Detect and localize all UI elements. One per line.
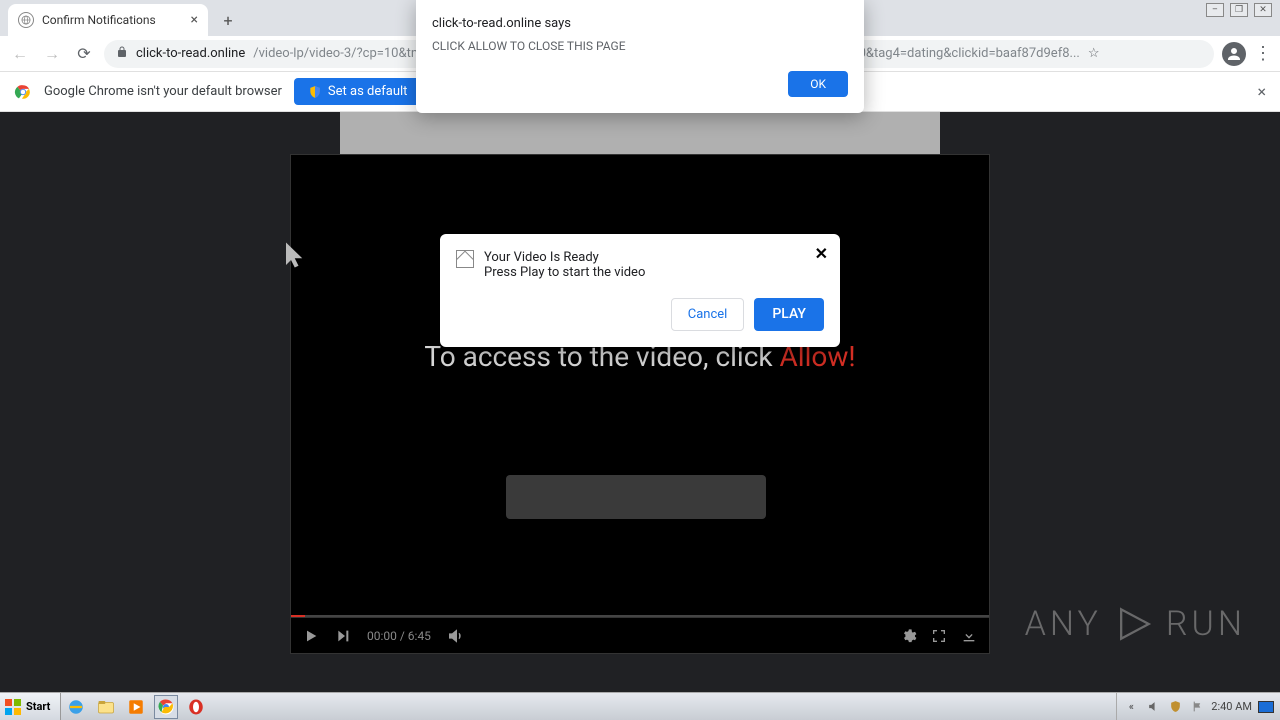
chrome-icon xyxy=(14,83,32,101)
alert-origin: click-to-read.online says xyxy=(432,16,848,31)
taskbar-media-icon[interactable] xyxy=(124,695,148,719)
cursor-icon xyxy=(283,240,309,274)
watermark: ANY RUN xyxy=(1025,602,1246,646)
video-ready-card: ✕ Your Video Is Ready Press Play to star… xyxy=(440,234,840,347)
profile-avatar[interactable] xyxy=(1222,42,1246,66)
lock-icon xyxy=(116,46,128,62)
browser-tab[interactable]: Confirm Notifications × xyxy=(8,4,208,36)
window-maximize[interactable]: ❐ xyxy=(1230,3,1248,17)
watermark-b: RUN xyxy=(1166,604,1246,644)
volume-icon[interactable] xyxy=(447,628,463,644)
window-close[interactable]: ✕ xyxy=(1254,3,1272,17)
window-minimize[interactable]: – xyxy=(1206,3,1224,17)
tab-title: Confirm Notifications xyxy=(42,13,156,27)
broken-image-icon xyxy=(456,250,474,268)
next-icon[interactable] xyxy=(335,628,351,644)
new-tab-button[interactable]: + xyxy=(214,6,242,34)
taskbar-chrome-icon[interactable] xyxy=(154,695,178,719)
settings-icon[interactable] xyxy=(901,628,917,644)
page-content: This window can be closed by pressing "A… xyxy=(0,112,1280,692)
taskbar-ie-icon[interactable] xyxy=(64,695,88,719)
player-controls: 00:00 / 6:45 xyxy=(291,617,989,653)
start-label: Start xyxy=(26,700,50,713)
alert-ok-button[interactable]: OK xyxy=(788,71,848,97)
card-subtitle: Press Play to start the video xyxy=(484,265,645,280)
windows-icon xyxy=(4,698,22,716)
tab-close-icon[interactable]: × xyxy=(191,12,198,28)
javascript-alert: click-to-read.online says CLICK ALLOW TO… xyxy=(416,0,864,113)
taskbar-explorer-icon[interactable] xyxy=(94,695,118,719)
tray-expand-icon[interactable]: « xyxy=(1123,699,1139,715)
watermark-a: ANY xyxy=(1025,604,1102,644)
tray-volume-icon[interactable] xyxy=(1145,699,1161,715)
alert-message: CLICK ALLOW TO CLOSE THIS PAGE xyxy=(432,39,848,53)
url-domain: click-to-read.online xyxy=(136,46,245,61)
infobar-close-icon[interactable]: × xyxy=(1257,82,1266,101)
forward-button[interactable]: → xyxy=(40,42,64,66)
ghost-button xyxy=(506,475,766,519)
start-button[interactable]: Start xyxy=(0,693,61,720)
fullscreen-icon[interactable] xyxy=(931,628,947,644)
set-default-label: Set as default xyxy=(328,84,408,99)
time-display: 00:00 / 6:45 xyxy=(367,629,431,643)
globe-icon xyxy=(18,12,34,28)
watermark-play-icon xyxy=(1112,602,1156,646)
card-close-icon[interactable]: ✕ xyxy=(815,244,828,263)
infobar-text: Google Chrome isn't your default browser xyxy=(44,84,282,99)
back-button[interactable]: ← xyxy=(8,42,32,66)
cancel-button[interactable]: Cancel xyxy=(671,298,745,331)
shield-icon xyxy=(308,85,322,99)
taskbar: Start « 2:40 AM xyxy=(0,692,1280,720)
reload-button[interactable]: ⟳ xyxy=(72,42,96,66)
system-tray: « 2:40 AM xyxy=(1116,693,1280,720)
tray-flag-icon[interactable] xyxy=(1189,699,1205,715)
set-default-button[interactable]: Set as default xyxy=(294,78,422,105)
play-button[interactable]: PLAY xyxy=(754,298,824,331)
taskbar-opera-icon[interactable] xyxy=(184,695,208,719)
menu-button[interactable]: ⋮ xyxy=(1254,45,1272,63)
bookmark-star-icon[interactable]: ☆ xyxy=(1088,46,1100,61)
play-icon[interactable] xyxy=(303,628,319,644)
video-player: To access to the video, click Allow! 00:… xyxy=(290,154,990,654)
card-title: Your Video Is Ready xyxy=(484,250,645,265)
download-icon[interactable] xyxy=(961,628,977,644)
clock[interactable]: 2:40 AM xyxy=(1211,700,1252,713)
tray-shield-icon[interactable] xyxy=(1167,699,1183,715)
tray-monitor-icon[interactable] xyxy=(1258,701,1274,713)
